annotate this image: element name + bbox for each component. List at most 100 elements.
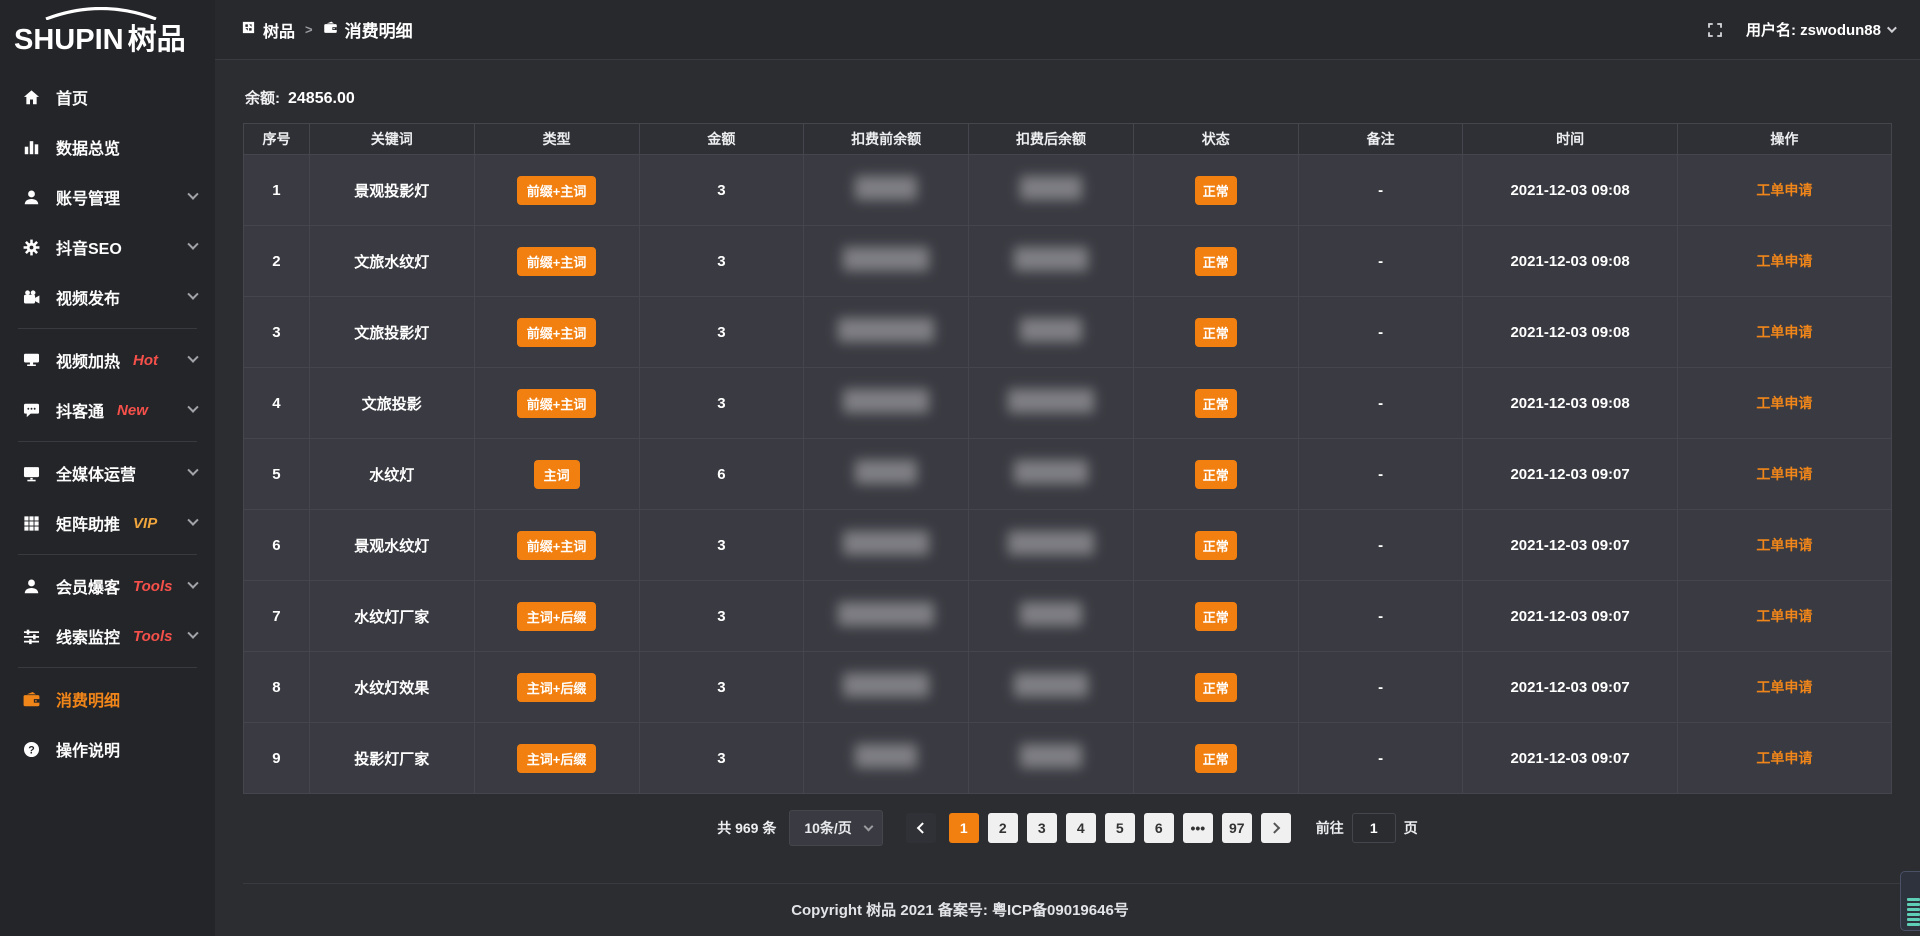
cell-keyword: 水纹灯 bbox=[309, 439, 474, 510]
sidebar-item-data-overview[interactable]: 数据总览 bbox=[0, 122, 215, 172]
balance-value: 24856.00 bbox=[288, 90, 355, 108]
redacted-balance-before bbox=[838, 318, 934, 342]
page-button-3[interactable]: 3 bbox=[1027, 813, 1057, 843]
cell-time: 2021-12-03 09:07 bbox=[1463, 439, 1677, 510]
work-order-link[interactable]: 工单申请 bbox=[1756, 466, 1812, 482]
page-button-6[interactable]: 6 bbox=[1144, 813, 1174, 843]
cell-time: 2021-12-03 09:08 bbox=[1463, 368, 1677, 439]
main-content: 余额: 24856.00 序号关键词类型金额扣费前余额扣费后余额状态备注时间操作… bbox=[215, 61, 1920, 883]
sidebar-item-douketong[interactable]: 抖客通 New bbox=[0, 385, 215, 435]
work-order-link[interactable]: 工单申请 bbox=[1756, 395, 1812, 411]
chevron-down-icon bbox=[1887, 23, 1897, 33]
work-order-link[interactable]: 工单申请 bbox=[1756, 537, 1812, 553]
chevron-down-icon bbox=[863, 822, 873, 832]
prev-page-button[interactable] bbox=[906, 813, 936, 843]
cell-keyword: 景观投影灯 bbox=[309, 155, 474, 226]
cell-status: 正常 bbox=[1133, 723, 1298, 794]
table-row: 8 水纹灯效果 主词+后缀 3 正常 - 2021-12-03 09:07 工单… bbox=[244, 652, 1892, 723]
sidebar-item-tag: Tools bbox=[133, 628, 172, 645]
pagination: 共 969 条 10条/页 1 2 3 4 5 6 ••• 97 bbox=[243, 810, 1892, 846]
topbar-right: 用户名: zswodun88 bbox=[1706, 19, 1894, 40]
chevron-down-icon bbox=[187, 352, 198, 363]
sidebar-item-video-publish[interactable]: 视频发布 bbox=[0, 272, 215, 322]
sidebar-item-member-baoke[interactable]: 会员爆客 Tools bbox=[0, 561, 215, 611]
page-size-select[interactable]: 10条/页 bbox=[789, 810, 882, 846]
sidebar-item-account-management[interactable]: 账号管理 bbox=[0, 172, 215, 222]
table-header-cell: 关键词 bbox=[309, 124, 474, 155]
work-order-link[interactable]: 工单申请 bbox=[1756, 679, 1812, 695]
cell-remark: - bbox=[1298, 368, 1463, 439]
chevron-down-icon bbox=[187, 465, 198, 476]
sidebar-item-omnimedia-operation[interactable]: 全媒体运营 bbox=[0, 448, 215, 498]
redacted-balance-before bbox=[843, 531, 929, 555]
next-page-button[interactable] bbox=[1261, 813, 1291, 843]
cell-type: 前缀+主词 bbox=[474, 226, 639, 297]
menu-bar-chart bbox=[22, 138, 41, 157]
cell-index: 4 bbox=[244, 368, 310, 439]
cell-index: 2 bbox=[244, 226, 310, 297]
cell-remark: - bbox=[1298, 226, 1463, 297]
cell-action: 工单申请 bbox=[1677, 439, 1891, 510]
type-badge: 主词 bbox=[534, 460, 580, 489]
balance-row: 余额: 24856.00 bbox=[245, 87, 1890, 108]
cell-balance-before bbox=[804, 226, 969, 297]
sidebar-item-tag: New bbox=[117, 402, 148, 419]
cell-status: 正常 bbox=[1133, 652, 1298, 723]
user-dropdown[interactable]: 用户名: zswodun88 bbox=[1746, 19, 1894, 40]
cell-keyword: 水纹灯效果 bbox=[309, 652, 474, 723]
cell-status: 正常 bbox=[1133, 439, 1298, 510]
pagination-total: 共 969 条 bbox=[717, 818, 776, 838]
page-button-4[interactable]: 4 bbox=[1066, 813, 1096, 843]
breadcrumb-item-consumption[interactable]: 消费明细 bbox=[323, 17, 413, 42]
sidebar-item-tag: Hot bbox=[133, 352, 158, 369]
sidebar-item-clue-monitor[interactable]: 线索监控 Tools bbox=[0, 611, 215, 661]
cell-balance-before bbox=[804, 510, 969, 581]
page-button-1[interactable]: 1 bbox=[949, 813, 979, 843]
cell-amount: 3 bbox=[639, 297, 804, 368]
work-order-link[interactable]: 工单申请 bbox=[1756, 750, 1812, 766]
cell-balance-before bbox=[804, 368, 969, 439]
floating-widget[interactable] bbox=[1900, 871, 1920, 931]
work-order-link[interactable]: 工单申请 bbox=[1756, 324, 1812, 340]
sidebar-item-matrix-boost[interactable]: 矩阵助推 VIP bbox=[0, 498, 215, 548]
goto-page-input[interactable] bbox=[1352, 813, 1396, 843]
cell-balance-after bbox=[969, 581, 1134, 652]
work-order-link[interactable]: 工单申请 bbox=[1756, 608, 1812, 624]
table-row: 1 景观投影灯 前缀+主词 3 正常 - 2021-12-03 09:08 工单… bbox=[244, 155, 1892, 226]
work-order-link[interactable]: 工单申请 bbox=[1756, 253, 1812, 269]
page-button-•••[interactable]: ••• bbox=[1183, 813, 1213, 843]
page-button-97[interactable]: 97 bbox=[1222, 813, 1252, 843]
cell-balance-after bbox=[969, 652, 1134, 723]
table-row: 6 景观水纹灯 前缀+主词 3 正常 - 2021-12-03 09:07 工单… bbox=[244, 510, 1892, 581]
page-button-2[interactable]: 2 bbox=[988, 813, 1018, 843]
cell-status: 正常 bbox=[1133, 581, 1298, 652]
wallet-icon bbox=[323, 20, 338, 40]
cell-balance-before bbox=[804, 723, 969, 794]
chevron-down-icon bbox=[187, 628, 198, 639]
menu-gear bbox=[22, 238, 41, 257]
sidebar-item-home[interactable]: 首页 bbox=[0, 72, 215, 122]
page-button-5[interactable]: 5 bbox=[1105, 813, 1135, 843]
breadcrumb-item-shupin[interactable]: 树品 bbox=[241, 18, 295, 42]
cell-balance-after bbox=[969, 368, 1134, 439]
cell-keyword: 景观水纹灯 bbox=[309, 510, 474, 581]
redacted-balance-after bbox=[1020, 176, 1082, 200]
sidebar-item-consumption-detail[interactable]: 消费明细 bbox=[0, 674, 215, 724]
fullscreen-icon[interactable] bbox=[1706, 21, 1724, 39]
type-badge: 前缀+主词 bbox=[517, 247, 597, 276]
cell-status: 正常 bbox=[1133, 297, 1298, 368]
sidebar-item-operation-guide[interactable]: ? 操作说明 bbox=[0, 724, 215, 774]
cell-type: 前缀+主词 bbox=[474, 368, 639, 439]
cell-keyword: 文旅投影灯 bbox=[309, 297, 474, 368]
sidebar-item-douyin-seo[interactable]: 抖音SEO bbox=[0, 222, 215, 272]
work-order-link[interactable]: 工单申请 bbox=[1756, 182, 1812, 198]
table-row: 7 水纹灯厂家 主词+后缀 3 正常 - 2021-12-03 09:07 工单… bbox=[244, 581, 1892, 652]
cell-keyword: 水纹灯厂家 bbox=[309, 581, 474, 652]
sidebar-item-label: 视频加热 bbox=[56, 348, 120, 372]
redacted-balance-after bbox=[1020, 744, 1082, 768]
sidebar-item-video-heating[interactable]: 视频加热 Hot bbox=[0, 335, 215, 385]
sidebar-item-label: 消费明细 bbox=[56, 687, 120, 711]
table-header-cell: 扣费前余额 bbox=[804, 124, 969, 155]
sidebar-item-label: 抖音SEO bbox=[56, 235, 122, 259]
status-badge: 正常 bbox=[1195, 744, 1237, 773]
